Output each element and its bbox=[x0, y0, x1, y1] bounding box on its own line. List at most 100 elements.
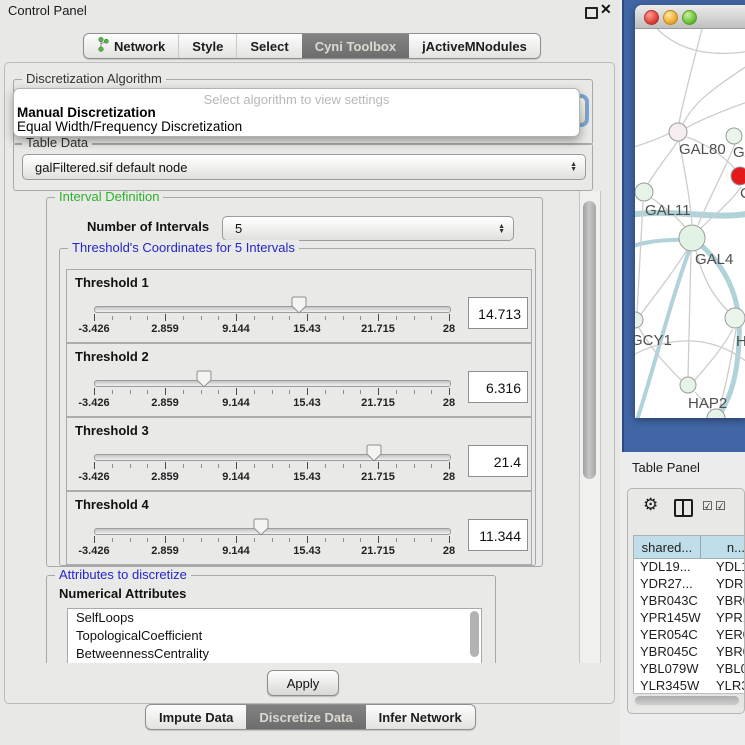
slider-track[interactable] bbox=[94, 306, 451, 313]
slider-track[interactable] bbox=[94, 454, 451, 461]
tick-label: 15.43 bbox=[283, 397, 331, 409]
vertical-scrollbar[interactable] bbox=[579, 191, 601, 663]
tab-impute-data[interactable]: Impute Data bbox=[146, 705, 246, 729]
scrollbar-thumb[interactable] bbox=[635, 696, 739, 705]
tick-label: -3.426 bbox=[70, 397, 118, 409]
network-node[interactable] bbox=[679, 225, 705, 251]
network-edge[interactable] bbox=[650, 29, 745, 53]
columns-icon[interactable] bbox=[674, 499, 693, 517]
table-row[interactable]: YBR045CYBR045C bbox=[634, 644, 745, 661]
network-node[interactable] bbox=[731, 167, 745, 185]
tick-mark bbox=[147, 464, 148, 468]
group-title: Interval Definition bbox=[55, 191, 163, 204]
tick-mark bbox=[431, 316, 432, 320]
horizontal-scrollbar[interactable] bbox=[633, 693, 744, 707]
network-node[interactable] bbox=[680, 377, 696, 393]
network-node[interactable] bbox=[669, 123, 687, 141]
checkbox-checked-icon[interactable]: ☑ bbox=[715, 499, 726, 513]
column-header-n-[interactable]: n... bbox=[701, 536, 745, 558]
list-item[interactable]: BetweennessCentrality bbox=[68, 645, 481, 663]
network-node[interactable] bbox=[635, 312, 643, 328]
checkbox-checked-icon[interactable]: ☑ bbox=[702, 499, 713, 513]
list-scrollbar[interactable] bbox=[470, 611, 479, 657]
network-edge[interactable] bbox=[701, 187, 741, 228]
slider-thumb[interactable] bbox=[196, 370, 212, 388]
gear-icon[interactable]: ⚙ bbox=[643, 495, 658, 515]
network-edge[interactable] bbox=[688, 252, 691, 377]
tick-mark bbox=[201, 538, 202, 542]
table-cell: YDL19... bbox=[634, 559, 710, 576]
tick-mark bbox=[343, 390, 344, 394]
tick-mark bbox=[343, 316, 344, 320]
tick-label: 15.43 bbox=[283, 545, 331, 557]
dropdown-item-manual-discretization[interactable]: Manual Discretization bbox=[17, 105, 156, 120]
tick-mark bbox=[94, 536, 95, 543]
network-icon bbox=[97, 37, 109, 55]
list-item[interactable]: TopologicalCoefficient bbox=[68, 627, 481, 645]
tab-select[interactable]: Select bbox=[236, 34, 301, 58]
table-data-combobox[interactable]: galFiltered.sif default node ▲▼ bbox=[22, 154, 586, 180]
tab-jactivemnodules[interactable]: jActiveMNodules bbox=[409, 34, 540, 58]
table-cell: YPR145W bbox=[710, 610, 745, 627]
network-edge[interactable] bbox=[686, 101, 745, 128]
network-node[interactable] bbox=[635, 183, 653, 201]
tick-mark bbox=[378, 536, 379, 543]
dropdown-item-equal-width-frequency-discretization[interactable]: Equal Width/Frequency Discretization bbox=[17, 119, 242, 134]
tab-discretize-data[interactable]: Discretize Data bbox=[246, 705, 365, 729]
slider-thumb[interactable] bbox=[253, 518, 269, 536]
table-row[interactable]: YDR27...YDR27... bbox=[634, 576, 745, 593]
table-row[interactable]: YDL19...YDL19... bbox=[634, 559, 745, 576]
tick-mark bbox=[165, 536, 166, 543]
network-node[interactable] bbox=[725, 308, 745, 328]
tick-mark bbox=[414, 390, 415, 394]
threshold-value-field[interactable]: 14.713 bbox=[468, 297, 528, 329]
table-row[interactable]: YER054CYER054C bbox=[634, 627, 745, 644]
node-label: GAL80 bbox=[679, 141, 726, 158]
network-edge[interactable] bbox=[679, 29, 704, 123]
close-traffic-light-icon[interactable] bbox=[644, 10, 659, 25]
table-data-value: galFiltered.sif default node bbox=[35, 155, 187, 179]
slider-track[interactable] bbox=[94, 380, 451, 387]
tick-label: 28 bbox=[425, 397, 473, 409]
node-table[interactable]: shared...n... YDL19...YDL19...YDR27...YD… bbox=[633, 535, 745, 702]
threshold-value-field[interactable]: 21.4 bbox=[468, 445, 528, 477]
network-node[interactable] bbox=[726, 128, 742, 144]
settings-viewport: Interval Definition Number of Intervals … bbox=[13, 191, 579, 663]
threshold-panel: Threshold 1-3.4262.8599.14415.4321.71528… bbox=[66, 269, 532, 343]
slider-thumb[interactable] bbox=[366, 444, 382, 462]
tick-mark bbox=[307, 462, 308, 469]
tab-infer-network[interactable]: Infer Network bbox=[366, 705, 475, 729]
tab-label: Network bbox=[114, 39, 165, 54]
apply-button[interactable]: Apply bbox=[267, 670, 339, 696]
tab-cyni-toolbox[interactable]: Cyni Toolbox bbox=[302, 34, 409, 58]
network-edge[interactable] bbox=[695, 329, 733, 380]
float-window-icon[interactable] bbox=[585, 7, 598, 19]
network-edge[interactable] bbox=[637, 202, 643, 313]
tab-label: Cyni Toolbox bbox=[315, 39, 396, 54]
network-canvas[interactable]: GAL80GACGAL11GAL4GCY1HAHAP2 bbox=[635, 29, 745, 418]
minimize-traffic-light-icon[interactable] bbox=[663, 10, 678, 25]
combo-arrows-icon: ▲▼ bbox=[570, 162, 577, 172]
tab-style[interactable]: Style bbox=[178, 34, 236, 58]
table-row[interactable]: YBL079WYBL079W bbox=[634, 661, 745, 678]
close-icon[interactable]: ✕ bbox=[600, 1, 612, 18]
attributes-listbox[interactable]: SelfLoopsTopologicalCoefficientBetweenne… bbox=[67, 608, 482, 663]
zoom-traffic-light-icon[interactable] bbox=[682, 10, 697, 25]
column-header-shared-[interactable]: shared... bbox=[634, 536, 701, 558]
slider-track[interactable] bbox=[94, 528, 451, 535]
list-item[interactable]: SelfLoops bbox=[68, 609, 481, 627]
scrollbar-thumb[interactable] bbox=[583, 201, 596, 479]
tick-label: 21.715 bbox=[354, 471, 402, 483]
threshold-value-field[interactable]: 6.316 bbox=[468, 371, 528, 403]
threshold-value-field[interactable]: 11.344 bbox=[468, 519, 528, 551]
table-row[interactable]: YPR145WYPR145W bbox=[634, 610, 745, 627]
num-intervals-combobox[interactable]: 5 ▲▼ bbox=[222, 216, 514, 241]
num-intervals-label: Number of Intervals bbox=[87, 219, 209, 234]
tab-network[interactable]: Network bbox=[84, 34, 178, 58]
table-row[interactable]: YBR043CYBR043C bbox=[634, 593, 745, 610]
tick-mark bbox=[360, 464, 361, 468]
network-edge[interactable] bbox=[648, 141, 678, 184]
network-window-titlebar[interactable] bbox=[635, 5, 745, 29]
slider-thumb[interactable] bbox=[291, 296, 307, 314]
network-edge[interactable] bbox=[635, 132, 671, 151]
